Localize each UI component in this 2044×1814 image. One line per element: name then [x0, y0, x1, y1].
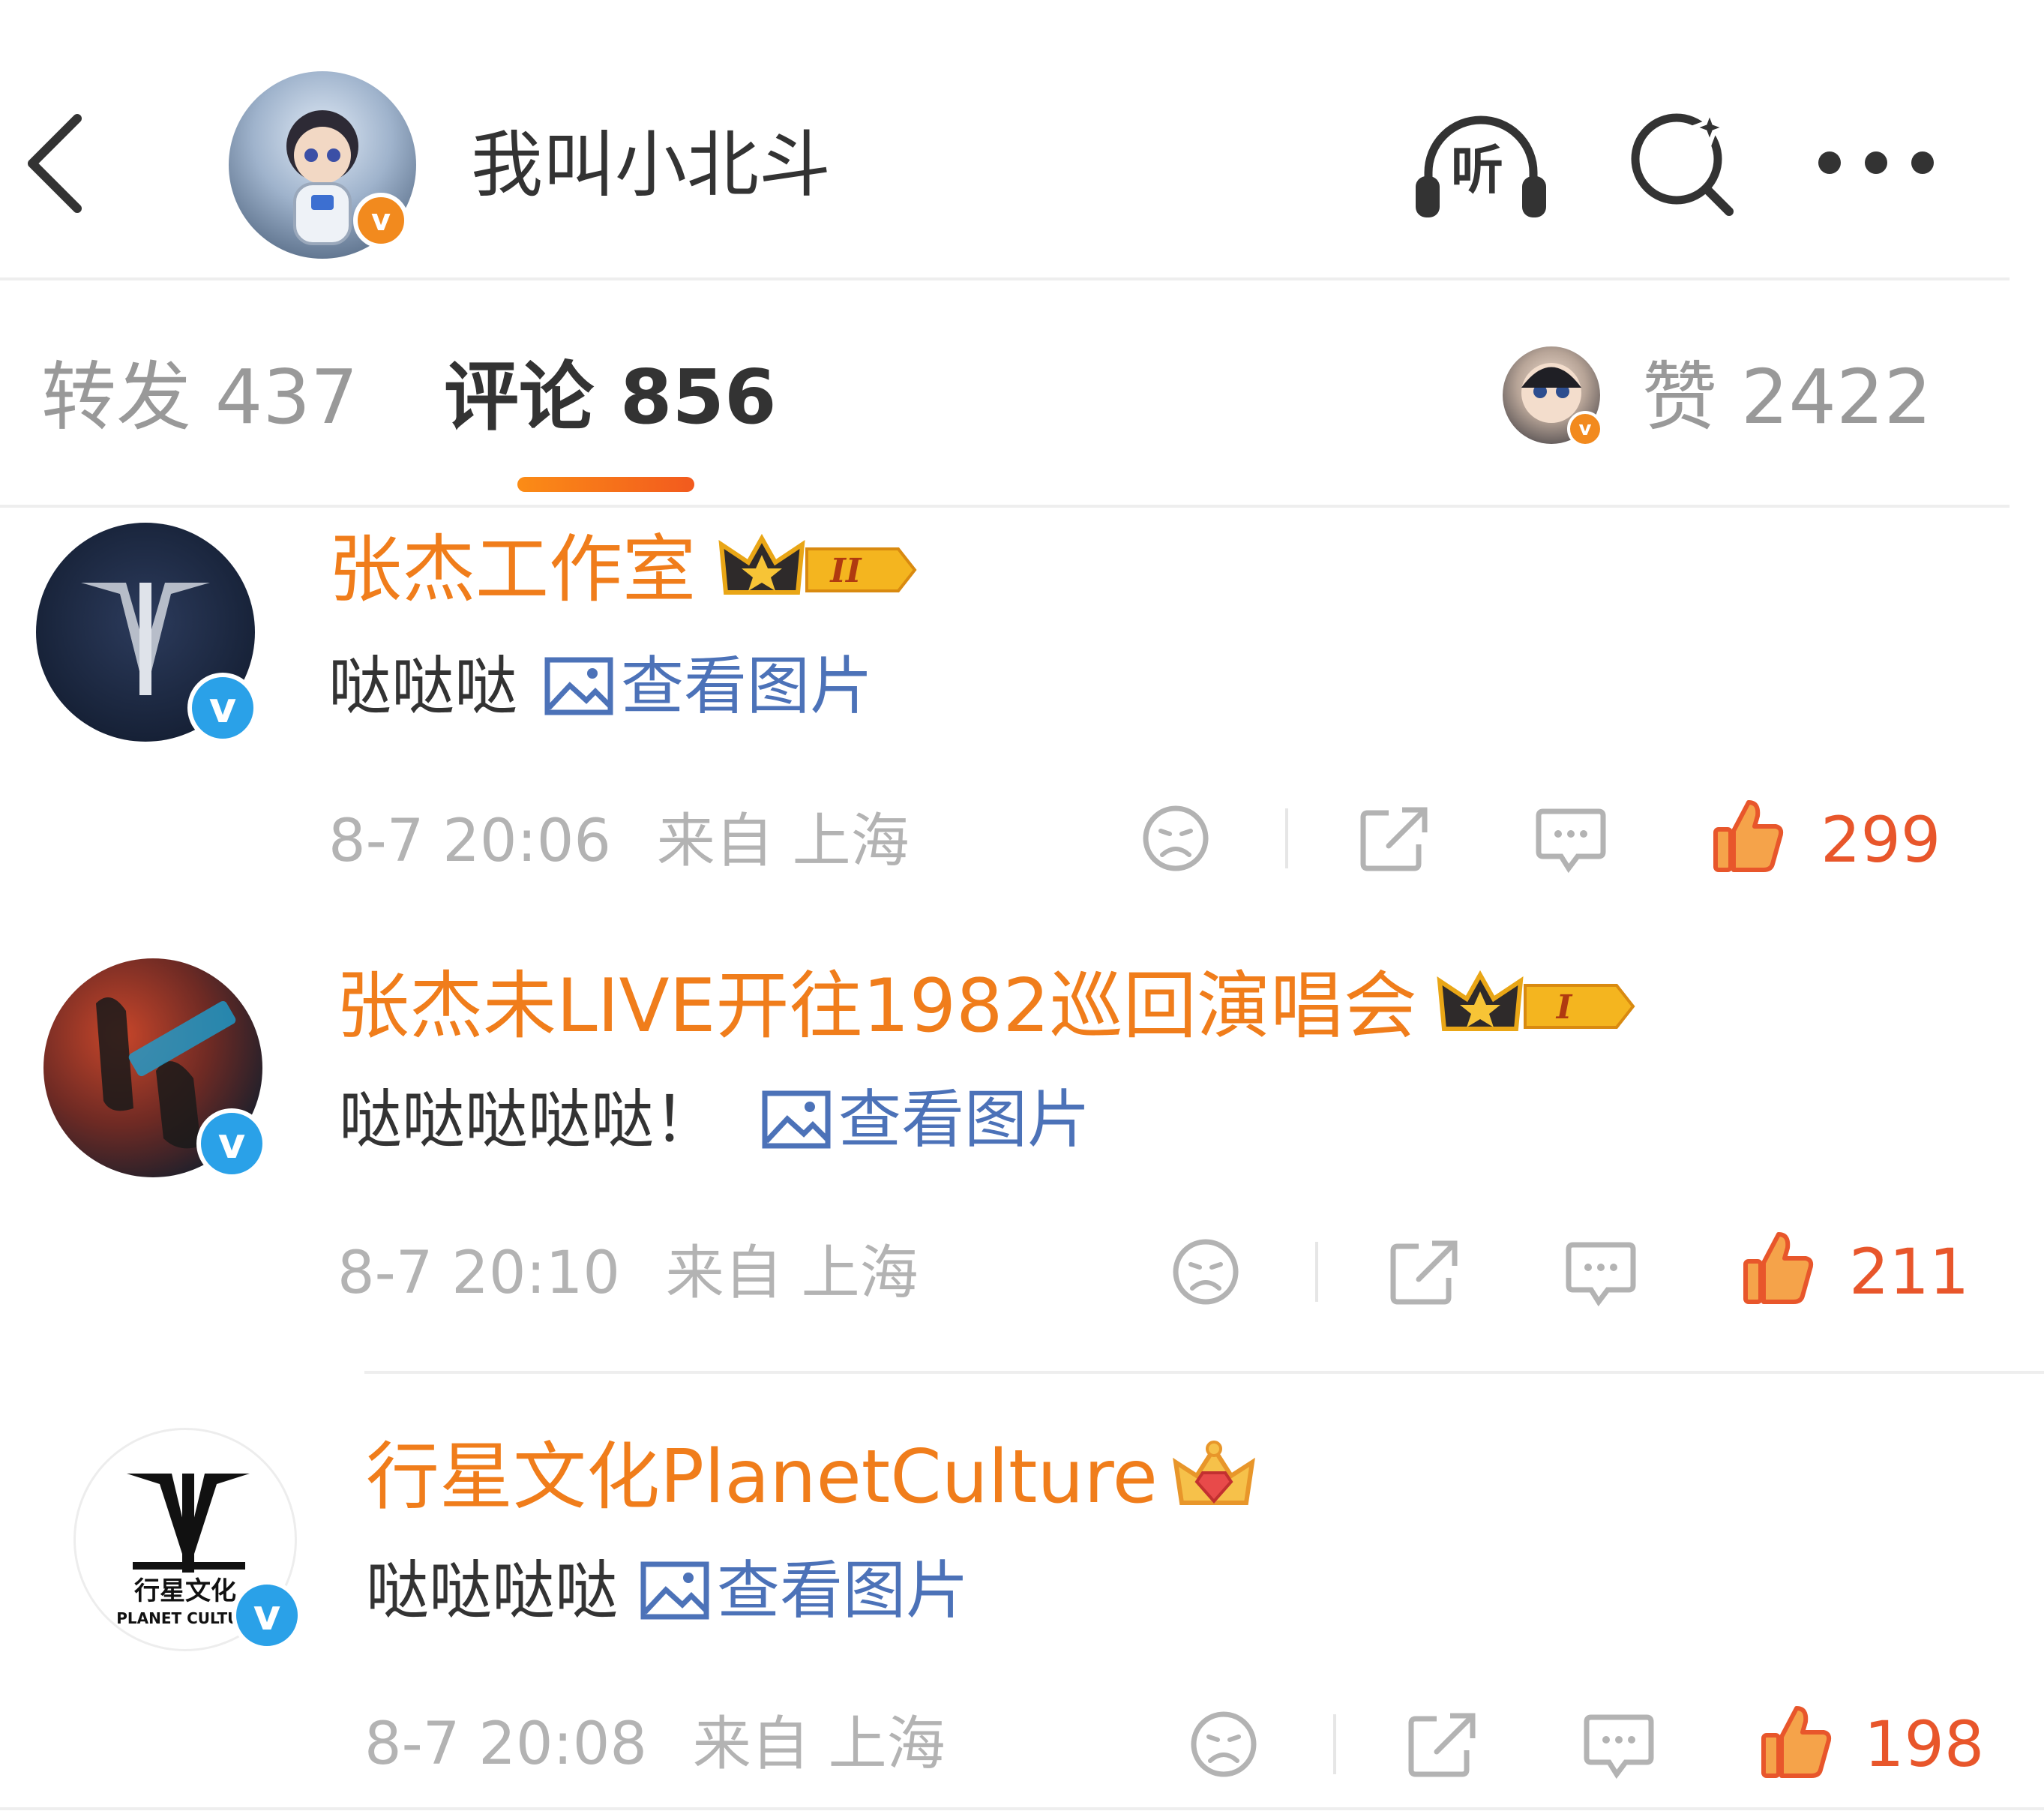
thumbs-up-icon: [1761, 1706, 1832, 1778]
like-count: 198: [1864, 1708, 1985, 1781]
comment-time: 8-7 20:10: [337, 1240, 620, 1307]
like-count: 211: [1849, 1235, 1970, 1309]
view-image-link[interactable]: 查看图片: [544, 645, 873, 727]
share-button[interactable]: [1389, 1237, 1461, 1309]
chevron-left-icon: [28, 114, 82, 213]
comment-text: 哒哒哒: [328, 649, 518, 723]
ai-search-icon: [1631, 104, 1734, 216]
logo-text-en: PLANET CULTUI: [116, 1609, 245, 1627]
like-button[interactable]: [1713, 798, 1785, 876]
reply-button[interactable]: [1536, 805, 1606, 877]
comment-bubble-icon: [1566, 1242, 1636, 1307]
crown-level-text: II: [829, 552, 862, 590]
logo-text-cn: 行星文化: [134, 1576, 236, 1606]
crown-level-badge-icon: II: [718, 533, 917, 595]
comment-avatar[interactable]: v: [36, 523, 258, 743]
comment-time: 8-7 20:08: [364, 1711, 647, 1778]
view-image-link[interactable]: 查看图片: [762, 1078, 1090, 1161]
tab-comment[interactable]: 评论 856: [444, 352, 777, 442]
like-button[interactable]: [1761, 1704, 1833, 1782]
jeweled-crown-badge-icon: [1173, 1441, 1255, 1505]
tab-likes[interactable]: 赞 2422: [1642, 352, 1932, 442]
view-image-link[interactable]: 查看图片: [640, 1549, 969, 1632]
ellipsis-icon: [1818, 151, 1934, 174]
verified-badge-icon: v: [232, 1580, 302, 1651]
comment-meta: 8-7 20:08 来自 上海: [364, 1707, 946, 1782]
like-button[interactable]: [1743, 1230, 1815, 1308]
action-separator: [1333, 1714, 1336, 1774]
reply-button[interactable]: [1566, 1239, 1636, 1311]
page-title: 我叫小北斗: [471, 123, 831, 207]
verified-badge-icon: v: [187, 673, 258, 743]
dislike-button[interactable]: [1141, 804, 1210, 876]
tabs-divider: [0, 505, 2010, 508]
author-name-text: 张杰工作室: [328, 527, 697, 613]
back-button[interactable]: [21, 111, 88, 216]
image-icon: [544, 657, 613, 715]
comment-content: 哒哒哒 查看图片: [328, 645, 873, 727]
dislike-button[interactable]: [1171, 1237, 1240, 1309]
like-count: 299: [1821, 803, 1941, 877]
comment-author-name[interactable]: 行星文化PlanetCulture: [366, 1432, 1255, 1522]
comment-location: 来自 上海: [656, 808, 910, 875]
author-name-text: 行星文化PlanetCulture: [366, 1435, 1158, 1520]
sad-face-icon: [1143, 805, 1209, 871]
dislike-button[interactable]: [1189, 1710, 1258, 1782]
comment-text: 哒哒哒哒: [366, 1554, 619, 1627]
share-icon: [1408, 1713, 1476, 1777]
action-separator: [1315, 1242, 1318, 1302]
share-button[interactable]: [1407, 1710, 1479, 1782]
author-name-text: 张杰未LIVE开往1982巡回演唱会: [336, 964, 1417, 1049]
image-icon: [762, 1090, 831, 1149]
more-options-button[interactable]: [1815, 135, 1938, 191]
author-avatar[interactable]: v: [229, 71, 416, 259]
bottom-divider: [0, 1807, 2044, 1810]
verified-badge-icon: v: [1567, 411, 1603, 447]
comment-content: 哒哒哒哒哒！ 查看图片: [339, 1078, 1090, 1161]
comment-text: 哒哒哒哒哒！: [339, 1083, 718, 1156]
crown-level-text: I: [1555, 988, 1573, 1027]
share-icon: [1360, 807, 1428, 871]
comment-meta: 8-7 20:10 来自 上海: [337, 1236, 919, 1311]
thumbs-up-icon: [1713, 800, 1784, 872]
active-tab-indicator: [517, 477, 694, 492]
reply-button[interactable]: [1584, 1711, 1654, 1783]
crown-level-badge-icon: I: [1437, 970, 1635, 1031]
sad-face-icon: [1173, 1239, 1239, 1305]
comment-author-name[interactable]: 张杰未LIVE开往1982巡回演唱会 I: [336, 961, 1639, 1051]
comment-bubble-icon: [1584, 1714, 1654, 1780]
listen-label: 听: [1451, 139, 1503, 201]
comment-content: 哒哒哒哒 查看图片: [366, 1549, 969, 1632]
comment-bubble-icon: [1536, 808, 1606, 874]
comment-time: 8-7 20:06: [328, 808, 611, 875]
view-image-label: 查看图片: [838, 1083, 1091, 1156]
verified-badge-icon: v: [196, 1108, 267, 1179]
view-image-label: 查看图片: [717, 1554, 970, 1627]
comment-location: 来自 上海: [692, 1711, 946, 1778]
header-divider: [0, 277, 2010, 280]
action-separator: [1285, 808, 1288, 868]
comment-avatar[interactable]: v: [43, 958, 267, 1179]
sad-face-icon: [1191, 1711, 1257, 1777]
listen-button[interactable]: 听: [1410, 109, 1552, 221]
comment-location: 来自 上海: [665, 1240, 919, 1307]
thumbs-up-icon: [1743, 1232, 1814, 1304]
share-icon: [1390, 1240, 1458, 1305]
comment-divider: [364, 1371, 2044, 1374]
comment-author-name[interactable]: 张杰工作室 II: [328, 525, 921, 615]
liker-avatar[interactable]: v: [1503, 346, 1603, 447]
search-button[interactable]: [1626, 104, 1738, 217]
comment-meta: 8-7 20:06 来自 上海: [328, 804, 910, 879]
tab-repost[interactable]: 转发 437: [41, 352, 358, 442]
share-button[interactable]: [1359, 804, 1431, 876]
image-icon: [640, 1561, 709, 1620]
view-image-label: 查看图片: [621, 649, 874, 723]
verified-badge-icon: v: [353, 193, 409, 248]
comment-avatar[interactable]: 行星文化 PLANET CULTUI v: [73, 1428, 302, 1651]
